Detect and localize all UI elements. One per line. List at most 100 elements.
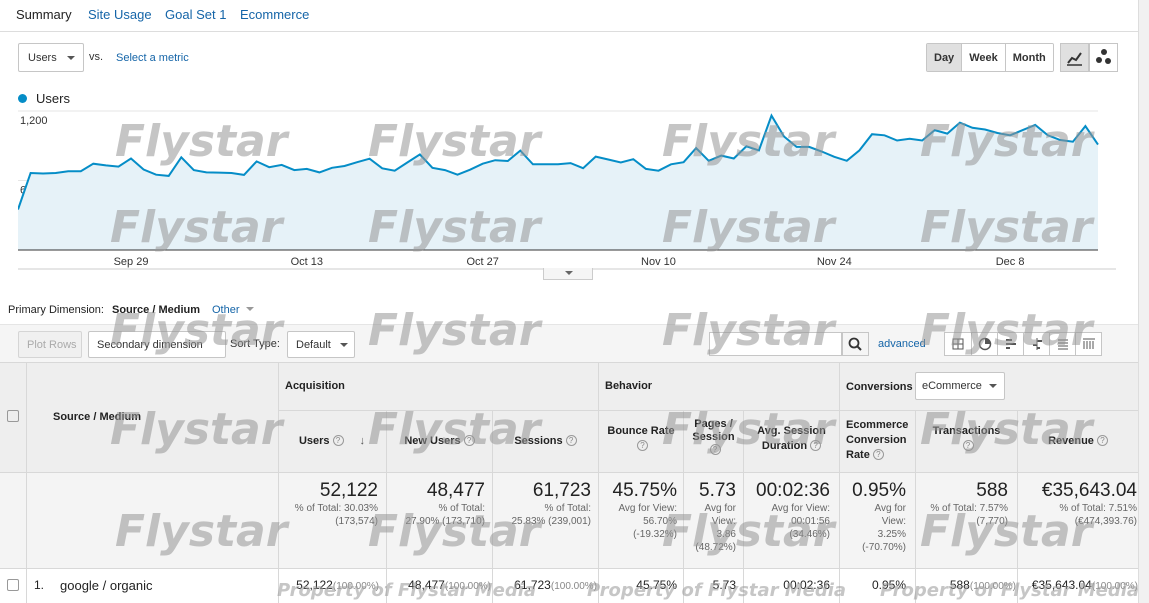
total-new-users-value: 48,477 xyxy=(426,480,485,501)
help-icon[interactable]: ? xyxy=(872,449,884,460)
pivot-icon xyxy=(1083,338,1095,349)
vertical-scrollbar[interactable] xyxy=(1138,0,1149,603)
row-source-link[interactable]: google / organic xyxy=(60,578,153,593)
chevron-down-icon xyxy=(245,307,254,311)
help-icon[interactable]: ? xyxy=(810,440,822,451)
pie-chart-icon xyxy=(978,337,992,351)
chart-collapse-toggle[interactable] xyxy=(543,268,593,280)
row-sessions-pct: (100.00%) xyxy=(550,581,597,592)
total-sessions-site-total: 25.83% (239,001) xyxy=(511,516,591,527)
total-conversion-avg-label: Avg for xyxy=(874,503,907,514)
tab-ecommerce[interactable]: Ecommerce xyxy=(240,7,309,22)
plot-rows-button[interactable]: Plot Rows xyxy=(18,331,82,358)
tab-site-usage[interactable]: Site Usage xyxy=(88,7,152,22)
day-button[interactable]: Day xyxy=(927,44,962,71)
help-icon[interactable]: ? xyxy=(637,440,648,451)
x-tick-label: Sep 29 xyxy=(114,256,149,268)
total-bounce-rate-avg-label: Avg for View: xyxy=(618,503,677,514)
row-users-value: 52,122 xyxy=(296,578,333,592)
behavior-group-header: Behavior xyxy=(605,380,653,392)
total-bounce-rate-value: 45.75% xyxy=(612,480,677,501)
pages-session-column-header[interactable]: Pages / Session? xyxy=(684,418,743,457)
dimension-header[interactable]: Source / Medium xyxy=(53,411,141,423)
total-users-site-total: (173,574) xyxy=(335,516,378,527)
row-index: 1. xyxy=(34,578,45,592)
week-button[interactable]: Week xyxy=(961,44,1005,71)
conversions-group-header: Conversions xyxy=(846,381,913,393)
help-icon[interactable]: ? xyxy=(332,435,344,446)
row-transactions-pct: (100.00%) xyxy=(969,581,1016,592)
x-tick-label: Oct 13 xyxy=(291,256,323,268)
row-new-users: 48,477(100.00%) xyxy=(387,578,491,592)
row-users: 52,122(100.00%) xyxy=(279,578,379,592)
row-revenue-value: €35,643.04 xyxy=(1031,578,1092,592)
new-users-column-header[interactable]: New Users? xyxy=(387,435,492,447)
total-transactions-site-total: (7,770) xyxy=(976,516,1008,527)
conversions-goal-dropdown[interactable]: eCommerce xyxy=(915,372,1005,400)
total-conversion-rate-value: 0.95% xyxy=(852,480,906,501)
row-avg-session-duration: 00:02:36 xyxy=(783,578,830,592)
vs-label: vs. xyxy=(89,51,104,63)
view-performance-button[interactable] xyxy=(997,333,1023,355)
total-pages-session-avg-label: Avg for xyxy=(704,503,737,514)
help-icon[interactable]: ? xyxy=(1096,435,1108,446)
advanced-filter-link[interactable]: advanced xyxy=(878,338,926,350)
users-column-header[interactable]: Users? ↓ xyxy=(279,435,385,447)
view-pivot-button[interactable] xyxy=(1075,333,1101,355)
total-avg-session-duration: 00:02:36 Avg for View: 00:01:56 (34.46%) xyxy=(744,480,830,541)
table-search-input[interactable] xyxy=(709,332,842,356)
metric-dropdown-value: Users xyxy=(28,52,57,64)
motion-chart-button[interactable] xyxy=(1089,43,1118,72)
sessions-column-label: Sessions xyxy=(514,435,563,447)
total-conversion-delta: (-70.70%) xyxy=(862,542,906,553)
secondary-dimension-dropdown[interactable]: Secondary dimension xyxy=(88,331,226,358)
users-area xyxy=(18,115,1098,250)
sort-type-value: Default xyxy=(296,339,331,351)
metric-dropdown[interactable]: Users xyxy=(18,43,84,72)
view-data-button[interactable] xyxy=(945,333,971,355)
view-comparison-button[interactable] xyxy=(1023,333,1049,355)
view-term-cloud-button[interactable] xyxy=(1049,333,1075,355)
conversions-goal-value: eCommerce xyxy=(922,380,982,392)
total-avg-session-duration-value: 00:02:36 xyxy=(756,480,830,501)
total-duration-avg-label: Avg for View: xyxy=(771,503,830,514)
help-icon[interactable]: ? xyxy=(565,435,577,446)
select-all-checkbox[interactable] xyxy=(7,410,19,422)
grid-icon xyxy=(952,338,964,350)
help-icon[interactable]: ? xyxy=(709,444,721,455)
total-bounce-rate: 45.75% Avg for View: 56.70% (-19.32%) xyxy=(599,480,677,541)
primary-dimension-value[interactable]: Source / Medium xyxy=(112,304,200,316)
sessions-column-header[interactable]: Sessions? xyxy=(493,435,598,447)
select-metric-link[interactable]: Select a metric xyxy=(116,52,189,64)
tab-summary[interactable]: Summary xyxy=(16,7,72,22)
x-tick-label: Nov 10 xyxy=(641,256,676,268)
transactions-column-header[interactable]: Transactions? xyxy=(916,424,1017,454)
comparison-icon xyxy=(1033,338,1042,350)
total-conversion-avg: 3.25% xyxy=(877,529,906,540)
total-duration-avg: 00:01:56 xyxy=(791,516,830,527)
search-button[interactable] xyxy=(842,332,869,356)
chevron-down-icon xyxy=(340,343,348,347)
line-chart-button[interactable] xyxy=(1060,43,1089,72)
help-icon[interactable]: ? xyxy=(463,435,475,446)
x-tick-label: Nov 24 xyxy=(817,256,852,268)
avg-session-duration-column-header[interactable]: Avg. Session Duration? xyxy=(744,424,839,454)
primary-dimension-other[interactable]: Other xyxy=(212,304,254,316)
total-new-users: 48,477 % of Total: 27.90% (173,710) xyxy=(387,480,485,528)
table-toolbar: Plot Rows Secondary dimension Sort Type:… xyxy=(0,324,1138,362)
help-icon[interactable]: ? xyxy=(962,440,974,451)
tab-goal-set-1[interactable]: Goal Set 1 xyxy=(165,7,226,22)
row-checkbox[interactable] xyxy=(7,579,19,591)
sort-type-dropdown[interactable]: Default xyxy=(287,331,355,358)
bounce-rate-column-header[interactable]: Bounce Rate? xyxy=(599,424,683,454)
total-users-share: % of Total: 30.03% xyxy=(294,503,378,514)
month-button[interactable]: Month xyxy=(1004,44,1053,71)
ecommerce-conversion-rate-column-header[interactable]: Ecommerce Conversion Rate? xyxy=(840,418,915,463)
revenue-column-header[interactable]: Revenue? xyxy=(1018,435,1138,447)
row-new-users-value: 48,477 xyxy=(408,578,445,592)
total-users: 52,122 % of Total: 30.03% (173,574) xyxy=(279,480,378,528)
new-users-column-label: New Users xyxy=(404,435,461,447)
primary-dimension-label: Primary Dimension: xyxy=(8,304,104,316)
row-pages-session: 5.73 xyxy=(712,578,736,592)
view-pie-button[interactable] xyxy=(971,333,997,355)
